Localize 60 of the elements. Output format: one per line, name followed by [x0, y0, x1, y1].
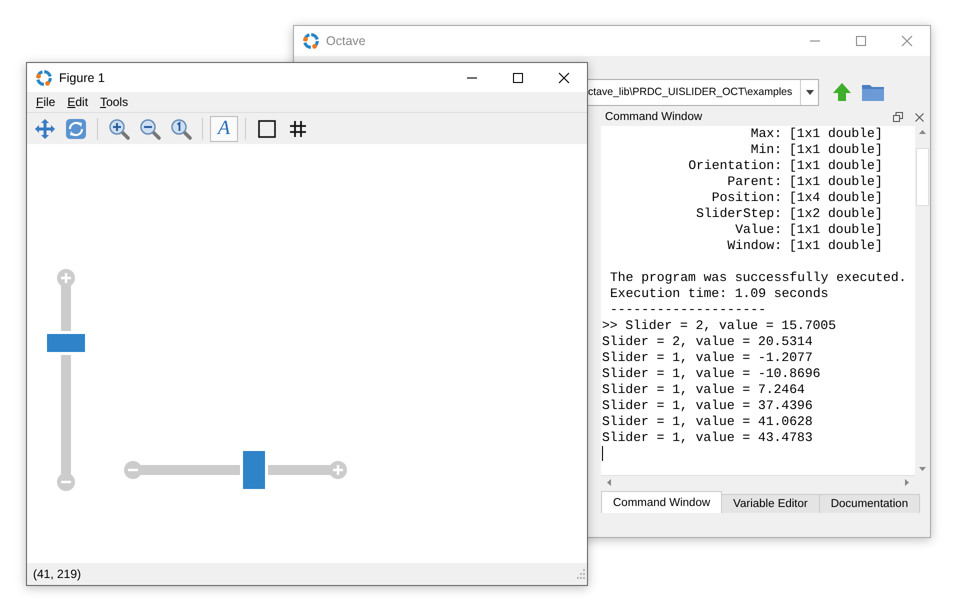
grid-icon[interactable] [290, 120, 306, 136]
text-tool-button[interactable]: A [210, 116, 238, 142]
console-line: Slider = 1, value = -10.8696 [602, 366, 822, 382]
property-value: [1x1 double] [789, 222, 883, 238]
property-value: [1x2 double] [789, 206, 883, 222]
octave-logo-icon [35, 68, 53, 86]
panel-title: Command Window [604, 111, 702, 123]
console-message: -------------------- [609, 302, 768, 318]
console-line: >> Slider = 2, value = 15.7005 [602, 318, 838, 334]
caret-icon [806, 90, 814, 94]
path-dropdown[interactable]: ctave_lib\PRDC_UISLIDER_OCT\examples [585, 78, 819, 106]
scroll-left-arrow-icon[interactable] [607, 479, 611, 486]
property-name: Window: [726, 238, 782, 254]
folder-icon[interactable] [861, 82, 885, 102]
property-name: Value: [734, 222, 782, 238]
console-message: The program was successfully executed. [609, 270, 908, 286]
property-value: [1x1 double] [789, 158, 883, 174]
slider-thumb[interactable] [47, 334, 85, 352]
scrollbar-thumb[interactable] [916, 148, 929, 206]
property-name: Position: [710, 190, 782, 206]
text-cursor [602, 446, 603, 461]
scroll-up-arrow-icon[interactable] [919, 130, 926, 134]
scroll-down-arrow-icon[interactable] [919, 467, 926, 471]
status-text: (41, 219) [33, 567, 82, 581]
property-value: [1x1 double] [789, 238, 883, 254]
menu-item[interactable]: File [36, 95, 56, 109]
tab[interactable]: Variable Editor [721, 494, 820, 513]
undock-icon[interactable] [893, 112, 903, 122]
property-name: Orientation: [687, 158, 782, 174]
console-line: Slider = 1, value = -1.2077 [602, 350, 814, 366]
console-line: Slider = 1, value = 41.0628 [602, 414, 814, 430]
close-icon[interactable] [558, 72, 570, 84]
console-line: Slider = 1, value = 37.4396 [602, 398, 814, 414]
menu-item[interactable]: Edit [67, 95, 88, 109]
property-name: Min: [750, 142, 782, 158]
square-icon[interactable] [258, 120, 276, 138]
window-title: Octave [326, 34, 366, 48]
console-line: Slider = 1, value = 43.4783 [602, 430, 814, 446]
command-console[interactable] [601, 126, 930, 475]
octave-logo-icon [302, 32, 320, 50]
slider-thumb[interactable] [242, 451, 265, 489]
scroll-right-arrow-icon[interactable] [905, 479, 909, 486]
property-value: [1x1 double] [789, 174, 883, 190]
tab[interactable]: Command Window [601, 491, 722, 513]
maximize-icon[interactable] [512, 72, 524, 84]
property-name: Max: [750, 126, 782, 142]
console-message: Execution time: 1.09 seconds [609, 286, 830, 302]
property-value: [1x1 double] [789, 142, 883, 158]
property-name: Parent: [726, 174, 782, 190]
close-icon[interactable] [915, 112, 924, 122]
tab[interactable]: Documentation [818, 494, 920, 513]
property-value: [1x1 double] [789, 126, 883, 142]
menu-item[interactable]: Tools [100, 95, 128, 109]
window-title: Figure 1 [59, 70, 105, 84]
up-arrow-icon[interactable] [831, 81, 853, 103]
resize-grip-icon[interactable] [575, 569, 585, 579]
property-name: SliderStep: [695, 206, 782, 222]
property-value: [1x4 double] [789, 190, 883, 206]
console-line: Slider = 1, value = 7.2464 [602, 382, 806, 398]
console-line: Slider = 2, value = 20.5314 [602, 334, 814, 350]
